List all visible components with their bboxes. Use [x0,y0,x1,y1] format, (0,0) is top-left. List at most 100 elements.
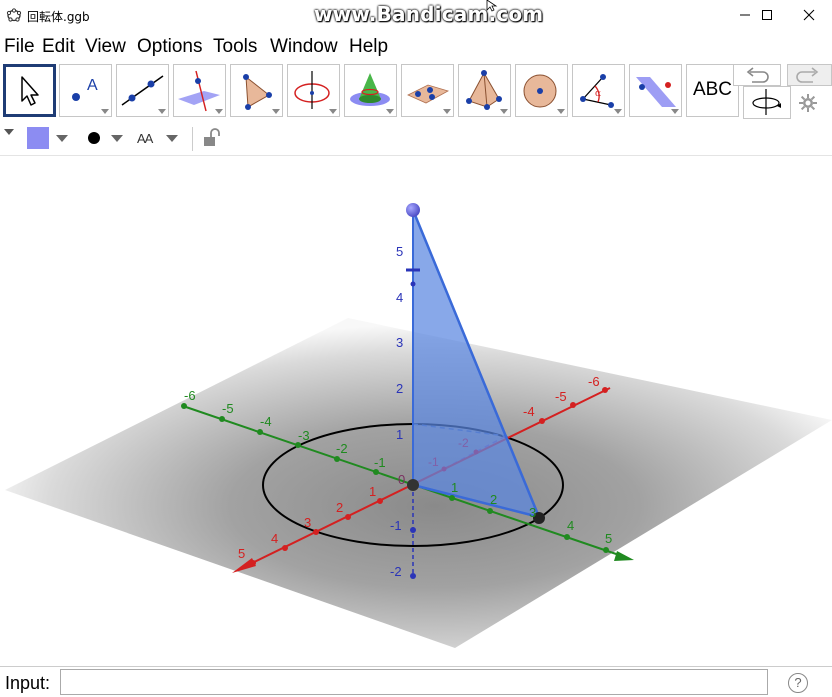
origin-label: 0 [398,472,405,487]
inner-label: -1 [428,455,439,469]
y-tick-label: 3 [529,505,536,520]
y-tick-label: 2 [490,492,497,507]
menu-help[interactable]: Help [349,36,388,58]
tool-menu-arrow [386,109,394,114]
circle-axis-tool-button[interactable] [287,64,340,117]
toolbar: A α ABC [0,61,832,123]
z-tick-label: -1 [390,518,402,533]
pyramid-tool-button[interactable] [458,64,511,117]
tool-menu-arrow [443,109,451,114]
angle-tool-label: α [595,89,601,99]
z-tick-label: 2 [396,381,403,396]
chevron-down-icon[interactable] [55,134,69,144]
text-tool-label: ABC [692,79,733,100]
rotate-view-icon [752,89,781,115]
bandicam-watermark: www.Bandicam.com [314,2,544,26]
arrow-cursor-icon [21,76,39,106]
gear-icon[interactable] [798,93,818,113]
chevron-down-icon[interactable] [110,134,124,144]
mouse-cursor-icon [486,0,498,12]
y-tick-label: -2 [336,441,348,456]
menu-edit[interactable]: Edit [42,36,75,58]
undo-icon [746,67,769,83]
tool-menu-arrow [158,109,166,114]
redo-icon [796,67,819,83]
point-tool-label: A [87,77,98,94]
help-icon[interactable]: ? [788,673,808,693]
x-tick-label: 2 [336,500,343,515]
x-tick-label: -4 [523,404,535,419]
stylebar-toggle-icon[interactable] [3,127,15,137]
apex-point[interactable] [406,203,420,217]
y-tick-label: -1 [374,455,386,470]
sphere-tool-button[interactable] [515,64,568,117]
title-bar: 回転体.ggb www.Bandicam.com [0,0,832,31]
tool-menu-arrow [671,109,679,114]
line-tool-button[interactable] [116,64,169,117]
y-tick-label: 4 [567,518,574,533]
z-tick-label: -2 [390,564,402,579]
origin-point[interactable] [407,479,419,491]
menu-window[interactable]: Window [270,36,338,58]
algebra-input-field[interactable] [60,669,768,695]
z-tick-label: 5 [396,244,403,259]
z-tick-label: 4 [396,290,403,305]
text-size-label[interactable]: AA [137,131,153,146]
text-tool-button[interactable]: ABC [686,64,739,117]
style-bar: AA [0,123,832,156]
plane-tool-button[interactable] [401,64,454,117]
menu-bar: File Edit View Options Tools Window Help [0,31,832,59]
stylebar-divider [192,127,193,151]
lock-icon[interactable] [202,128,222,148]
polygon-tool-button[interactable] [230,64,283,117]
reflect-tool-button[interactable] [629,64,682,117]
x-tick-label: 4 [271,531,278,546]
undo-button[interactable] [733,64,781,86]
x-tick-label: 3 [304,515,311,530]
tool-menu-arrow [272,109,280,114]
close-button[interactable] [786,0,832,30]
menu-tools[interactable]: Tools [213,36,257,58]
graphics-canvas[interactable]: 5 4 3 2 1 -1 -2 1 2 3 4 5 -4 -5 -6 1 2 3… [0,156,832,666]
redo-button[interactable] [787,64,832,86]
tool-menu-arrow [500,109,508,114]
maximize-icon [762,10,772,20]
y-tick-label: 5 [605,531,612,546]
y-tick-label: -3 [298,428,310,443]
y-tick-label: -4 [260,414,272,429]
point-style-icon[interactable] [87,131,101,145]
point-tool-button[interactable]: A [59,64,112,117]
maximize-button[interactable] [744,0,790,30]
input-label: Input: [5,673,51,693]
geogebra-app-icon [6,8,22,22]
close-icon [803,9,815,21]
input-bar: Input: ? [0,666,832,697]
tool-menu-arrow [557,109,565,114]
color-swatch[interactable] [27,127,49,149]
x-tick-label: 5 [238,546,245,561]
perpendicular-line-tool-button[interactable] [173,64,226,117]
x-tick-label: -5 [555,389,567,404]
rotate-view-tool-button[interactable] [743,86,791,119]
y-tick-label: -5 [222,401,234,416]
cone-tool-button[interactable] [344,64,397,117]
tool-menu-arrow [101,109,109,114]
menu-options[interactable]: Options [137,36,202,58]
y-tick-label: 1 [451,480,458,495]
menu-view[interactable]: View [85,36,126,58]
inner-label: -2 [458,436,469,450]
y-tick-label: -6 [184,388,196,403]
graphics-3d-view[interactable]: 5 4 3 2 1 -1 -2 1 2 3 4 5 -4 -5 -6 1 2 3… [0,156,832,666]
menu-file[interactable]: File [4,36,35,58]
tool-menu-arrow [329,109,337,114]
angle-tool-button[interactable]: α [572,64,625,117]
window-title: 回転体.ggb [27,10,90,24]
move-tool-button[interactable] [3,64,56,117]
y-axis-arrow [614,551,634,561]
z-tick-label: 3 [396,335,403,350]
tool-menu-arrow [215,109,223,114]
tool-menu-arrow [614,109,622,114]
chevron-down-icon[interactable] [165,134,179,144]
x-tick-label: -6 [588,374,600,389]
x-tick-label: 1 [369,484,376,499]
